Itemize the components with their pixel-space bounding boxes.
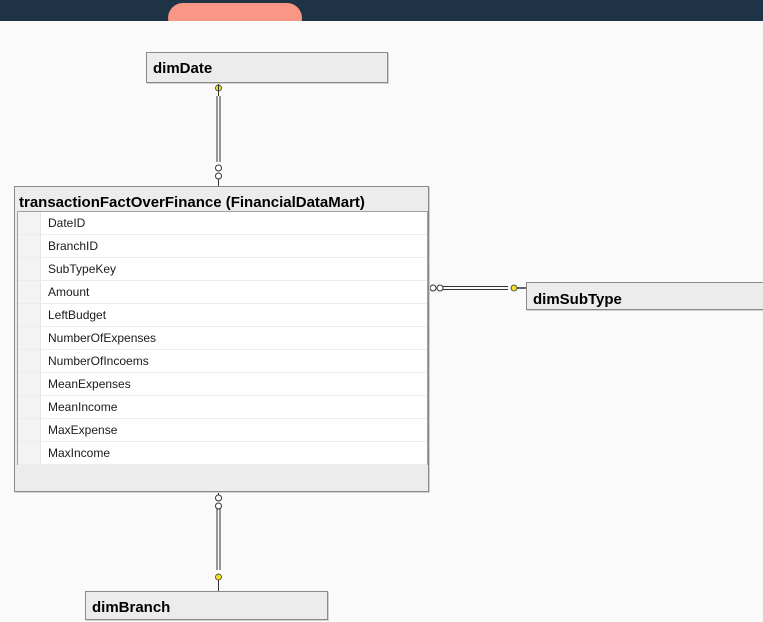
row-selector[interactable] xyxy=(18,235,41,257)
column-name: BranchID xyxy=(48,239,99,253)
row-selector[interactable] xyxy=(18,350,41,372)
table-title: dimBranch xyxy=(92,599,171,616)
relationship-branch-fact[interactable] xyxy=(215,490,222,591)
column-name: MaxExpense xyxy=(48,423,118,437)
column-row[interactable]: NumberOfIncoems xyxy=(18,350,427,373)
table-fact[interactable]: transactionFactOverFinance (FinancialDat… xyxy=(14,186,429,492)
column-row[interactable]: NumberOfExpenses xyxy=(18,327,427,350)
column-row[interactable]: MaxExpense xyxy=(18,419,427,442)
column-row[interactable]: LeftBudget xyxy=(18,304,427,327)
column-list: DateID BranchID SubTypeKey Amount LeftBu… xyxy=(17,211,428,465)
row-selector[interactable] xyxy=(18,373,41,395)
column-name: SubTypeKey xyxy=(48,262,117,276)
table-dimsubtype[interactable]: dimSubType xyxy=(526,282,763,310)
column-name: NumberOfIncoems xyxy=(48,354,149,368)
column-row[interactable]: BranchID xyxy=(18,235,427,258)
column-row[interactable]: Amount xyxy=(18,281,427,304)
relationship-subtype-fact[interactable] xyxy=(429,284,526,292)
key-icon xyxy=(510,284,518,292)
table-title: dimDate xyxy=(153,60,213,77)
column-row[interactable]: MeanIncome xyxy=(18,396,427,419)
column-name: MeanExpenses xyxy=(48,377,131,391)
column-name: MaxIncome xyxy=(48,446,111,460)
row-selector[interactable] xyxy=(18,281,41,303)
column-row[interactable]: MaxIncome xyxy=(18,442,427,465)
column-name: Amount xyxy=(48,285,90,299)
table-title: transactionFactOverFinance (FinancialDat… xyxy=(19,194,365,211)
infinity-icon xyxy=(215,494,222,502)
column-row[interactable]: MeanExpenses xyxy=(18,373,427,396)
key-icon xyxy=(215,573,222,581)
table-title: dimSubType xyxy=(533,291,622,308)
infinity-icon xyxy=(429,284,437,292)
row-selector[interactable] xyxy=(18,442,41,464)
row-selector[interactable] xyxy=(18,327,41,349)
table-dimdate[interactable]: dimDate xyxy=(146,52,388,83)
row-selector[interactable] xyxy=(18,396,41,418)
row-selector[interactable] xyxy=(18,258,41,280)
column-name: MeanIncome xyxy=(48,400,118,414)
column-row[interactable]: SubTypeKey xyxy=(18,258,427,281)
table-dimbranch[interactable]: dimBranch xyxy=(85,591,328,620)
row-selector[interactable] xyxy=(18,419,41,441)
column-name: DateID xyxy=(48,216,86,230)
column-row[interactable]: DateID xyxy=(18,212,427,235)
column-name: NumberOfExpenses xyxy=(48,331,157,345)
relationship-date-fact[interactable] xyxy=(215,81,222,186)
infinity-icon xyxy=(215,164,222,172)
column-name: LeftBudget xyxy=(48,308,107,322)
row-selector[interactable] xyxy=(18,304,41,326)
row-selector[interactable] xyxy=(18,212,41,234)
